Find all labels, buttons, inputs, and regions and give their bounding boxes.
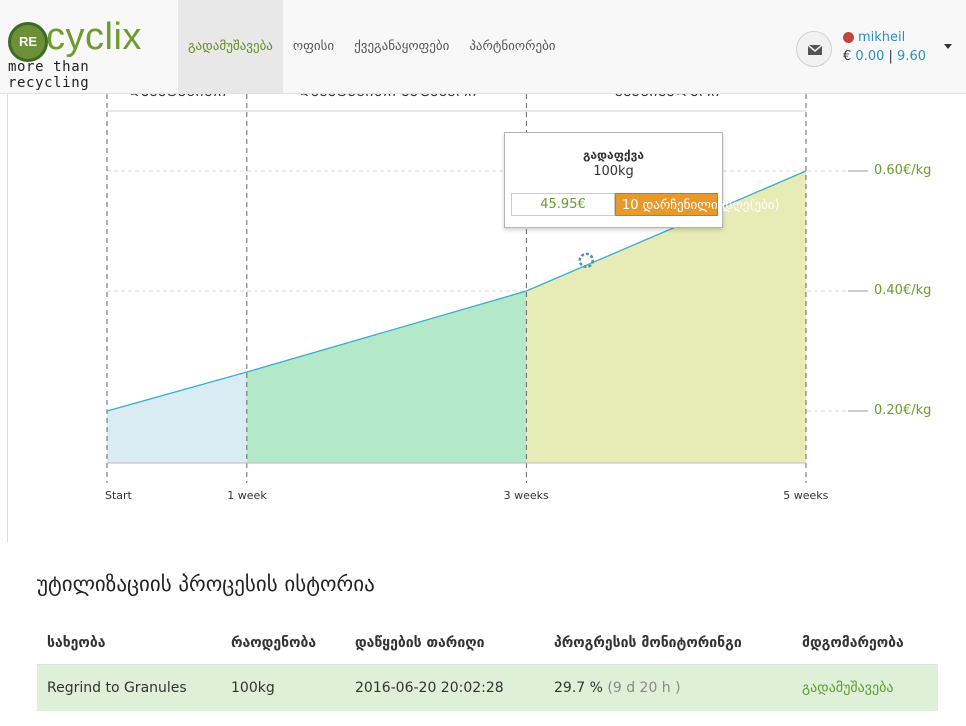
y-tick-label: 0.60€/kg xyxy=(874,163,932,178)
x-tick-label: 5 weeks xyxy=(783,489,829,502)
x-tick-label: 1 week xyxy=(227,489,267,502)
history-title: უტილიზაციის პროცესის ისტორია xyxy=(37,572,375,596)
history-table: სახეობა რაოდენობა დაწყების თარიღი პროგრე… xyxy=(37,622,938,711)
tooltip-days-left: 10 დარჩენილი დღე(ები) xyxy=(615,193,780,216)
area-band xyxy=(246,291,527,463)
table-header: სახეობა რაოდენობა დაწყების თარიღი პროგრე… xyxy=(37,622,938,665)
username: mikheil xyxy=(858,30,906,45)
cell-date: 2016-06-20 20:02:28 xyxy=(355,680,504,696)
logo[interactable]: RE cyclix more than recycling xyxy=(6,14,171,91)
x-tick-label: Start xyxy=(105,489,132,502)
nav-item-partners[interactable]: პარტნიორები xyxy=(459,0,565,93)
balance-amount: 0.00 xyxy=(855,49,885,64)
cell-progress: 29.7 % (9 d 20 h ) xyxy=(544,680,792,696)
table-row[interactable]: Regrind to Granules 100kg 2016-06-20 20:… xyxy=(37,665,938,711)
col-type[interactable]: სახეობა xyxy=(37,635,219,651)
logo-tagline: more than recycling xyxy=(8,59,90,91)
caret-down-icon[interactable] xyxy=(944,44,952,49)
cell-amount: 100kg xyxy=(231,680,275,696)
user-menu[interactable]: mikheil € 0.00 | 9.60 xyxy=(843,30,926,64)
nav-item-subdivisions[interactable]: ქვეგანაყოფები xyxy=(344,0,459,93)
balance: € 0.00 | 9.60 xyxy=(843,49,926,64)
envelope-icon xyxy=(807,44,823,55)
chart-tooltip: გადაფქვა 100kg 45.95€ 10 დარჩენილი დღე(ე… xyxy=(504,132,780,228)
nav-item-processing[interactable]: გადამუშავება xyxy=(178,0,283,93)
col-progress[interactable]: პროგრესის მონიტორინგი xyxy=(544,635,792,651)
y-tick-label: 0.40€/kg xyxy=(874,283,932,298)
recycle-logo-icon: RE xyxy=(8,22,48,62)
nav-item-office[interactable]: ოფისი xyxy=(283,0,344,93)
status-dot-icon xyxy=(843,32,854,43)
area-band xyxy=(107,372,247,463)
tooltip-price: 45.95€ xyxy=(511,193,615,216)
logo-wordmark: cyclix xyxy=(46,16,142,58)
col-start-date[interactable]: დაწყების თარიღი xyxy=(345,635,544,651)
y-tick-label: 0.20€/kg xyxy=(874,403,932,418)
tooltip-title: გადაფქვა xyxy=(582,148,645,162)
x-tick-label: 3 weeks xyxy=(503,489,549,502)
cell-type: Regrind to Granules xyxy=(47,680,187,696)
progress-remaining: (9 d 20 h ) xyxy=(607,680,681,696)
state-link[interactable]: გადამუშავება xyxy=(802,680,893,696)
tooltip-weight: 100kg xyxy=(593,164,634,179)
messages-button[interactable] xyxy=(796,31,832,67)
progress-percent: 29.7 % xyxy=(554,680,603,696)
top-navbar: RE cyclix more than recycling გადამუშავე… xyxy=(0,0,966,94)
cell-state: გადამუშავება xyxy=(792,680,938,696)
balance-limit: 9.60 xyxy=(897,49,926,64)
col-state[interactable]: მდგომარეობა xyxy=(792,635,938,651)
main-nav: გადამუშავება ოფისი ქვეგანაყოფები პარტნიო… xyxy=(178,0,566,93)
col-amount[interactable]: რაოდენობა xyxy=(219,635,345,651)
